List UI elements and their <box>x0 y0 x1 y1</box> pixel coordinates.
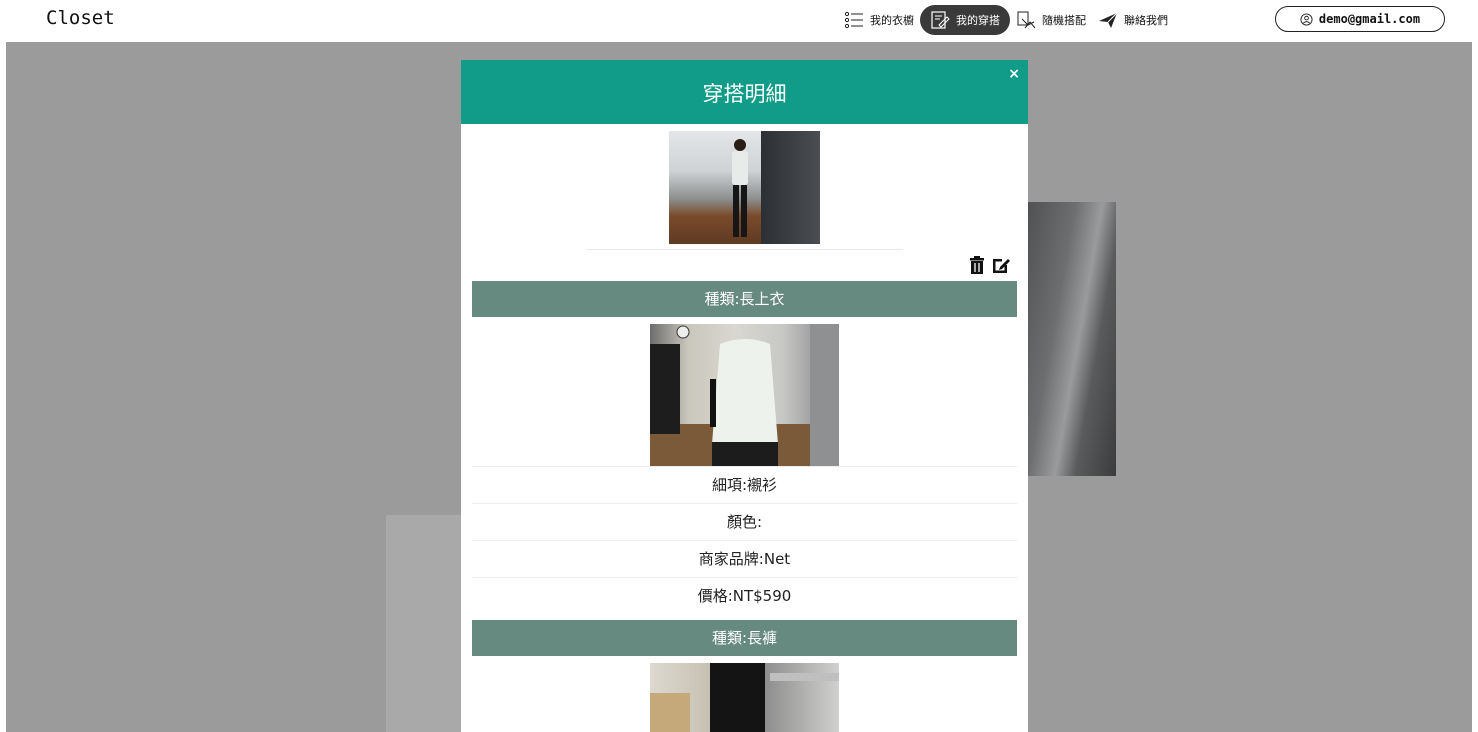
nav-item-label: 隨機搭配 <box>1042 14 1086 27</box>
shuffle-hanger-icon <box>1017 11 1036 29</box>
edit-icon[interactable] <box>991 255 1011 275</box>
edit-note-icon <box>931 11 950 29</box>
item-category: 種類:長褲 <box>472 620 1017 656</box>
outfit-actions <box>967 255 1011 275</box>
nav-item-random-match[interactable]: 隨機搭配 <box>1010 5 1092 35</box>
outfit-item: 種類:長上衣 細項:襯衫 顏色: 商家品牌:Net 價格:NT$590 <box>472 281 1017 614</box>
outfit-photo <box>669 131 820 244</box>
divider <box>586 249 903 250</box>
outfit-item: 種類:長褲 <box>472 620 1017 732</box>
background-outfit-photo <box>1028 202 1116 476</box>
nav-item-label: 我的衣櫥 <box>870 14 914 27</box>
modal-header: 穿搭明細 × <box>461 60 1028 124</box>
outfit-detail-modal: 穿搭明細 × 種類:長上衣 細項:襯衫 顏色: 商家品牌:Net 價格:NT$5… <box>461 60 1028 732</box>
item-photo <box>650 324 839 466</box>
nav-item-label: 聯絡我們 <box>1124 14 1168 27</box>
item-color: 顏色: <box>472 503 1017 540</box>
close-button[interactable]: × <box>1008 66 1020 82</box>
main-nav: 我的衣櫥 我的穿搭 隨機搭配 聯絡我們 <box>838 5 1174 35</box>
trash-icon[interactable] <box>967 255 987 275</box>
top-navbar: Closet 我的衣櫥 我的穿搭 隨機搭配 聯絡我們 demo@gmail.co… <box>0 0 1478 40</box>
user-account-button[interactable]: demo@gmail.com <box>1275 6 1445 32</box>
user-email: demo@gmail.com <box>1318 12 1421 26</box>
paper-plane-icon <box>1099 12 1118 28</box>
nav-item-label: 我的穿搭 <box>956 14 1000 27</box>
modal-title: 穿搭明細 <box>702 82 787 106</box>
nav-item-my-closet[interactable]: 我的衣櫥 <box>838 5 920 35</box>
app-logo[interactable]: Closet <box>46 7 115 29</box>
list-icon <box>844 11 863 29</box>
nav-item-my-outfits[interactable]: 我的穿搭 <box>920 5 1010 35</box>
item-photo <box>650 663 839 732</box>
item-category: 種類:長上衣 <box>472 281 1017 317</box>
item-brand: 商家品牌:Net <box>472 540 1017 577</box>
item-detail: 細項:襯衫 <box>472 466 1017 503</box>
item-price: 價格:NT$590 <box>472 577 1017 614</box>
nav-item-contact-us[interactable]: 聯絡我們 <box>1092 5 1174 35</box>
user-circle-icon <box>1300 12 1313 26</box>
background-outfit-card <box>386 515 462 732</box>
